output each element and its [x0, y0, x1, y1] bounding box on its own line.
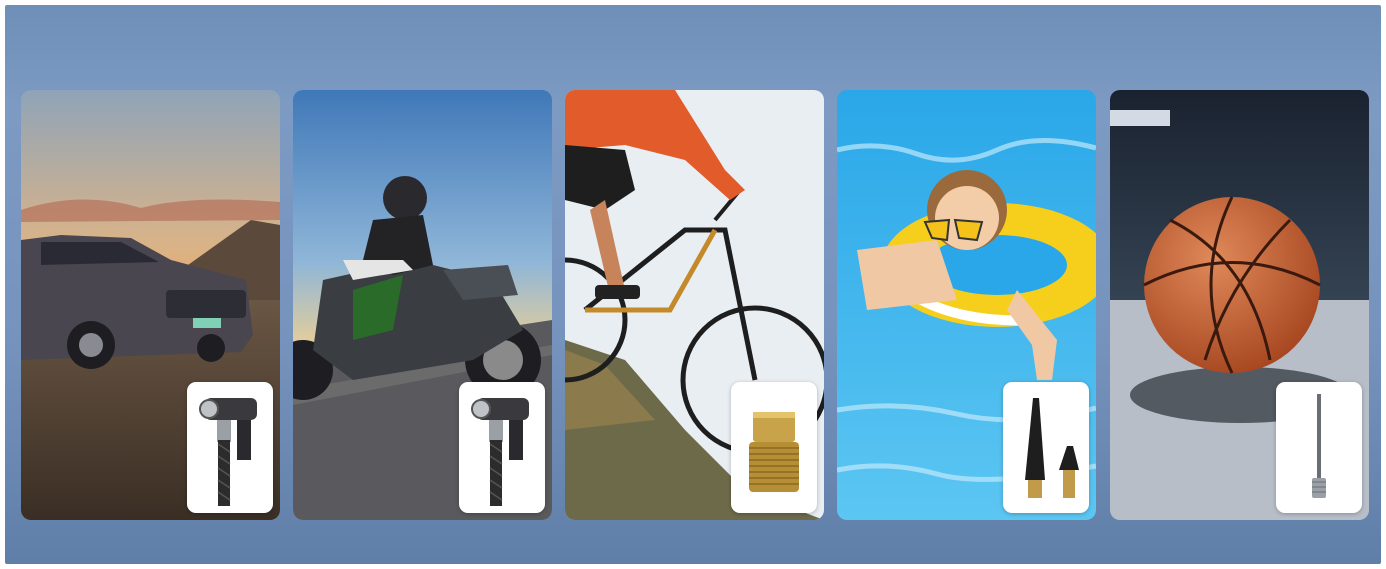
accessory-badge	[731, 382, 817, 513]
card-car[interactable]	[21, 90, 280, 520]
accessory-badge	[1276, 382, 1362, 513]
air-chuck-icon	[199, 398, 257, 506]
card-basketball[interactable]	[1110, 90, 1369, 520]
basketball-shape	[1143, 196, 1321, 374]
card-swim-ring[interactable]	[837, 90, 1096, 520]
presta-valve-adapter-icon	[749, 412, 799, 492]
card-motorcycle[interactable]	[293, 90, 552, 520]
accessory-badge	[1003, 382, 1089, 513]
card-bicycle[interactable]	[565, 90, 824, 520]
ball-needle-icon	[1312, 394, 1326, 498]
accessory-badge	[459, 382, 545, 513]
air-chuck-icon	[471, 398, 529, 506]
accessory-badge	[187, 382, 273, 513]
use-case-cards	[21, 90, 1369, 520]
inflation-cone-nozzles-icon	[1025, 398, 1079, 498]
banner-frame	[5, 5, 1381, 564]
